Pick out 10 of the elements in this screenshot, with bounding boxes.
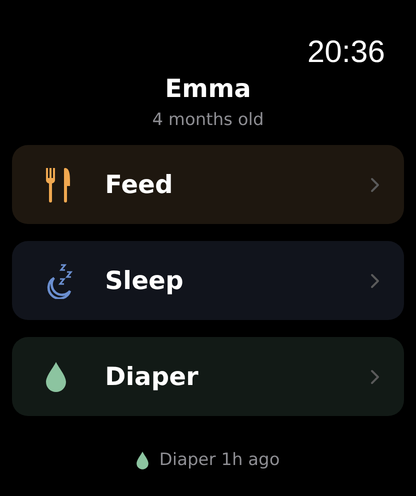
child-name: Emma [164,73,252,105]
last-event-text: Diaper 1h ago [159,450,280,470]
diaper-button[interactable]: Diaper [12,337,404,416]
chevron-right-icon [370,272,380,288]
chevron-right-icon [370,176,380,192]
child-age: 4 months old [151,109,265,132]
chevron-right-icon [370,368,380,384]
feed-button[interactable]: Feed [12,145,404,224]
sleep-button[interactable]: Sleep [12,241,404,320]
clock-time: 20:36 [307,33,385,71]
